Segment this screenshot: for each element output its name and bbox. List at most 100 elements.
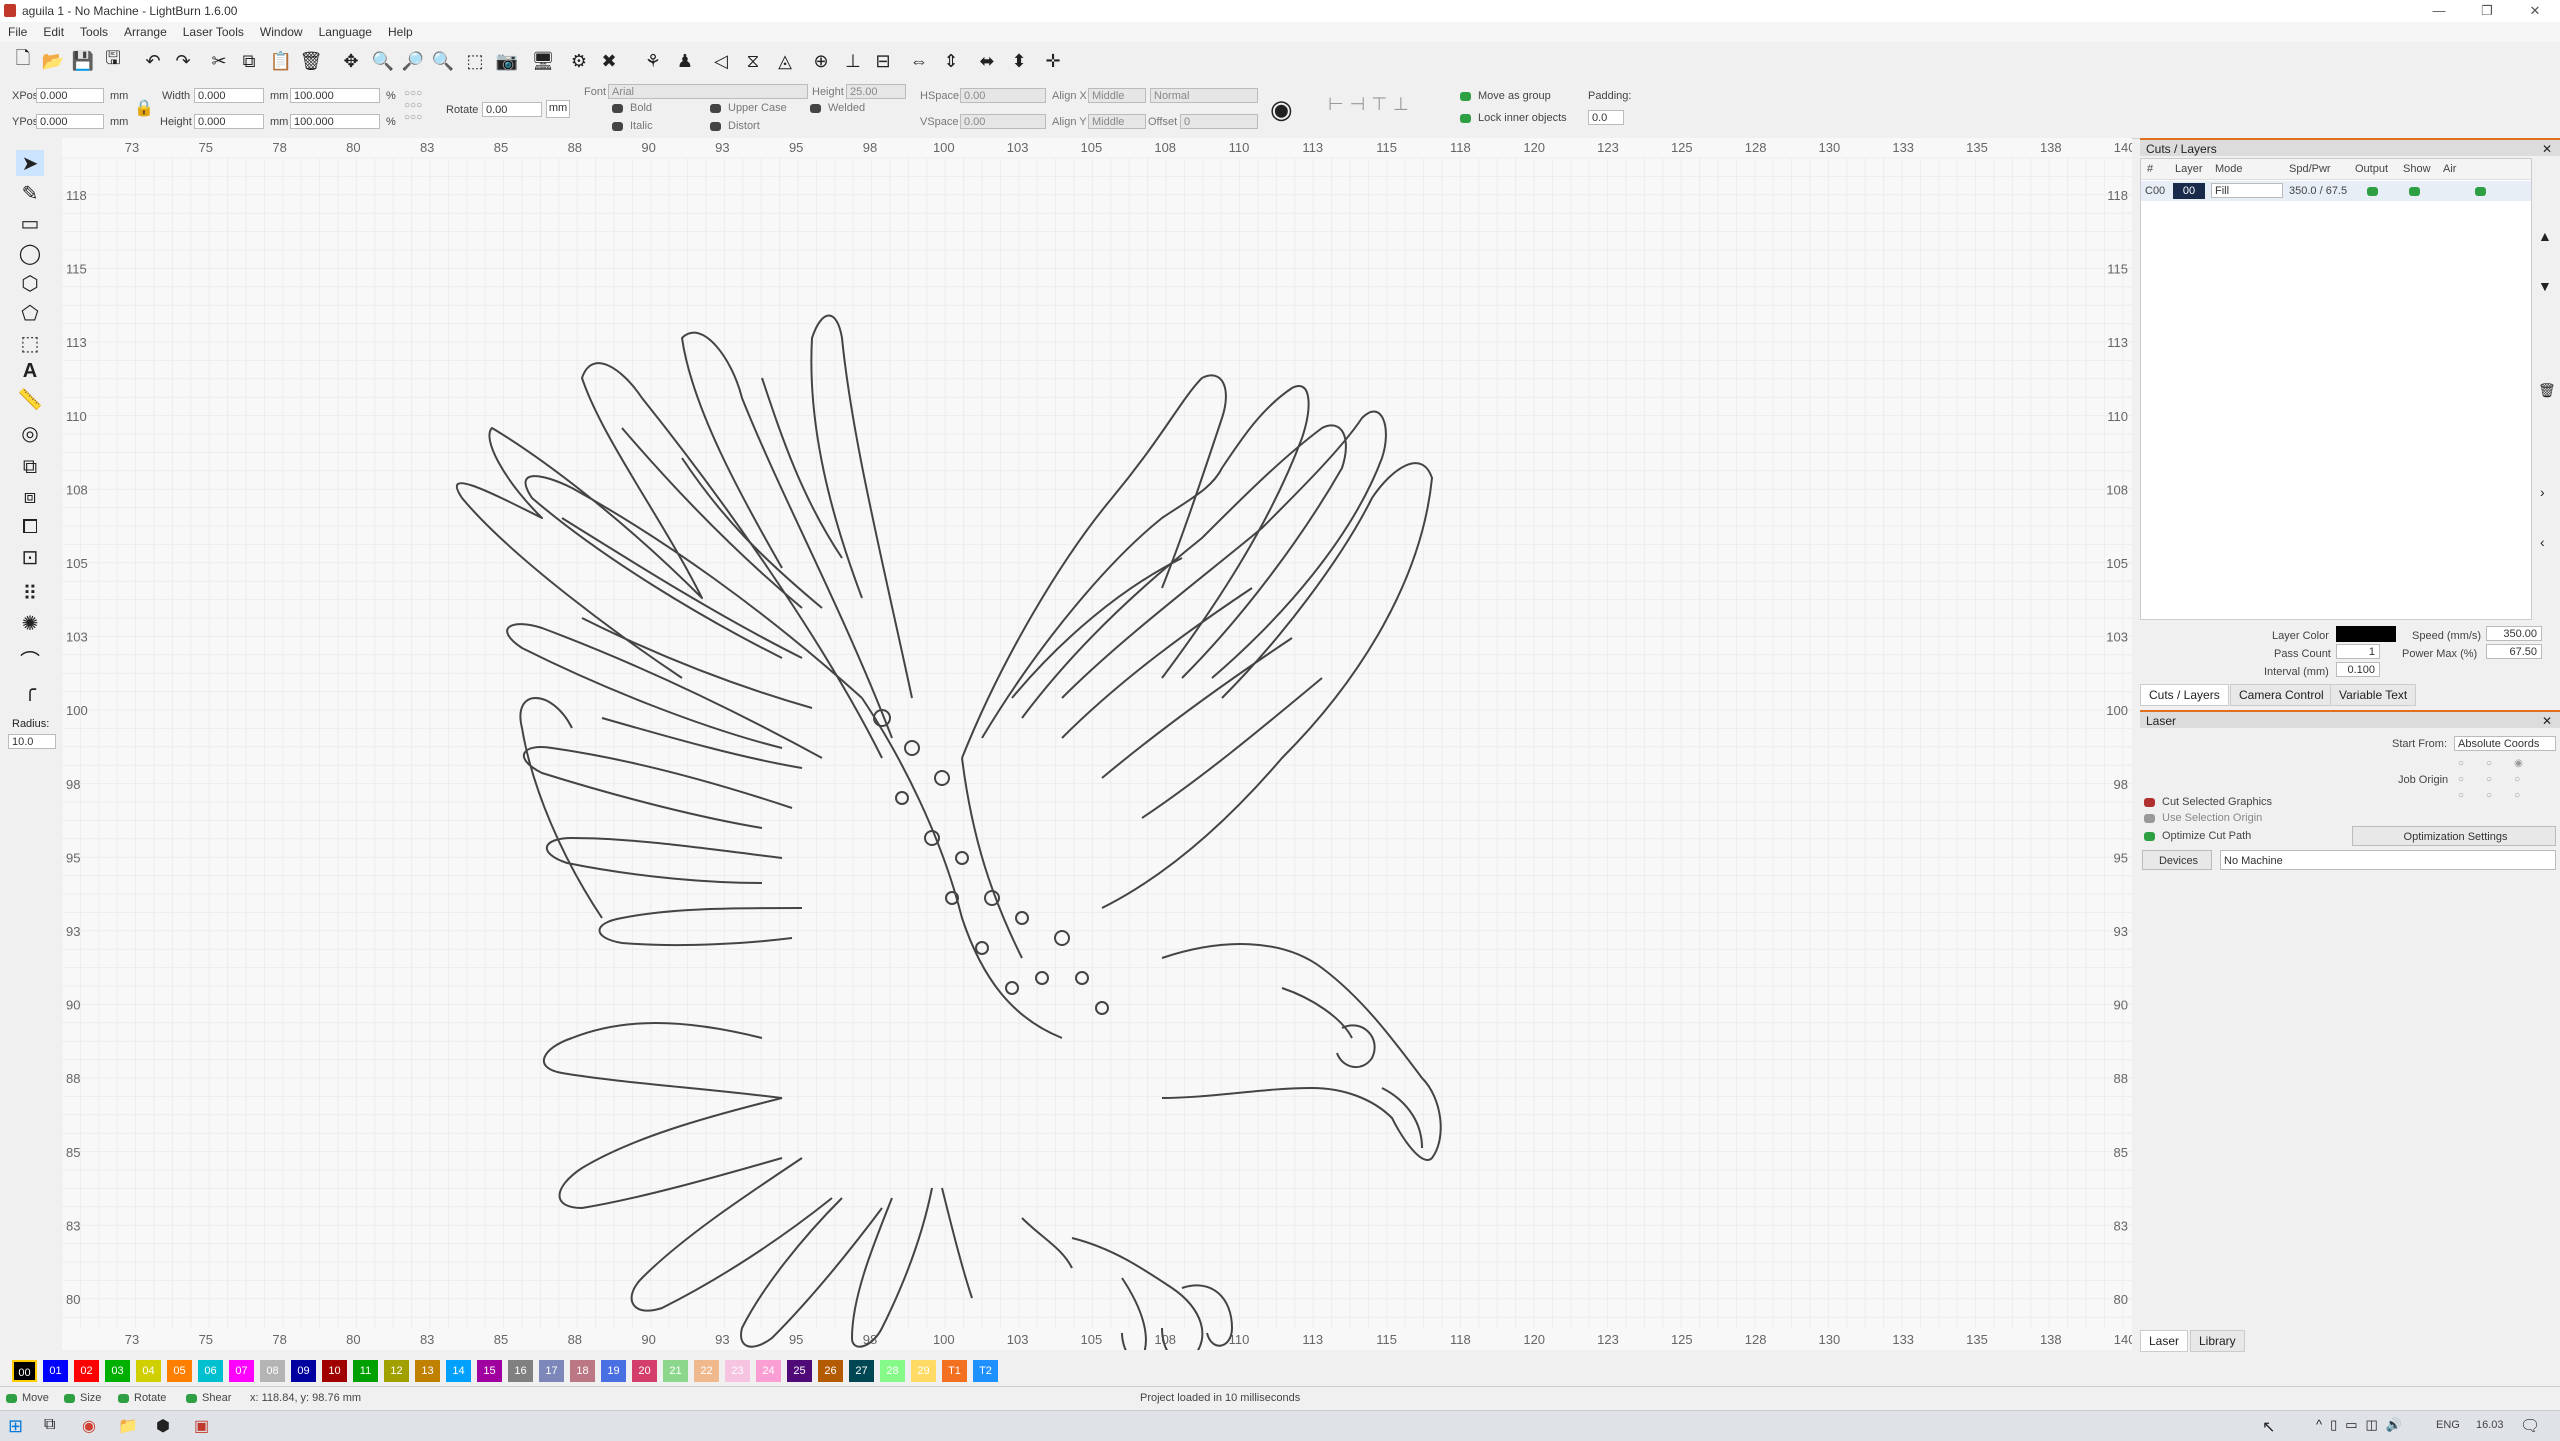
palette-swatch-10[interactable]: 10 xyxy=(322,1360,347,1382)
task-view-icon[interactable]: ⧉ xyxy=(44,1416,55,1434)
pen-tool-icon[interactable]: ✎ xyxy=(16,180,44,206)
lock-icon[interactable]: 🔒 xyxy=(134,98,154,118)
job-origin-grid[interactable]: ○○◉ ○○○ ○○○ xyxy=(2458,756,2554,806)
palette-swatch-07[interactable]: 07 xyxy=(229,1360,254,1382)
palette-swatch-02[interactable]: 02 xyxy=(74,1360,99,1382)
flip-horizontal-icon[interactable]: ◁ xyxy=(708,48,734,74)
close-button[interactable]: ✕ xyxy=(2512,0,2558,22)
trash-icon[interactable]: 🗑 xyxy=(2538,382,2556,399)
chrome-icon[interactable]: ◉ xyxy=(82,1416,96,1436)
palette-swatch-03[interactable]: 03 xyxy=(105,1360,130,1382)
array-tool-icon[interactable]: ⠿ xyxy=(16,580,44,606)
cut-selected-checkbox[interactable] xyxy=(2144,798,2155,807)
optimize-cut-path-checkbox[interactable] xyxy=(2144,832,2155,841)
use-selection-origin-checkbox[interactable] xyxy=(2144,814,2155,823)
menu-tools[interactable]: Tools xyxy=(72,22,116,39)
boolean-intersect-icon[interactable]: ⧠ xyxy=(16,514,44,540)
minimize-button[interactable]: — xyxy=(2416,0,2462,22)
clock[interactable]: 16.03 xyxy=(2476,1419,2504,1431)
machine-select[interactable]: No Machine xyxy=(2220,850,2556,870)
panel-close-icon[interactable]: ✕ xyxy=(2542,140,2552,158)
align-y-select[interactable]: Middle xyxy=(1088,114,1146,129)
pan-icon[interactable]: ✥ xyxy=(338,48,364,74)
hspace-field[interactable]: 0.00 xyxy=(960,88,1046,103)
zoom-fit-icon[interactable]: 🔍 xyxy=(430,48,456,74)
speed-field[interactable]: 350.00 xyxy=(2486,626,2542,641)
paste-icon[interactable]: 📋 xyxy=(268,48,294,74)
palette-swatch-26[interactable]: 26 xyxy=(818,1360,843,1382)
move-checkbox[interactable] xyxy=(6,1394,17,1403)
radius-field[interactable]: 10.0 xyxy=(8,734,56,749)
tray-icons[interactable]: ^▯▭◫🔊 xyxy=(2316,1417,2410,1433)
palette-swatch-27[interactable]: 27 xyxy=(849,1360,874,1382)
make-same-height-icon[interactable]: ⬍ xyxy=(1006,48,1032,74)
settings-icon[interactable]: ⚙ xyxy=(566,48,592,74)
palette-swatch-22[interactable]: 22 xyxy=(694,1360,719,1382)
layer-color-swatch[interactable] xyxy=(2336,626,2396,642)
palette-swatch-23[interactable]: 23 xyxy=(725,1360,750,1382)
width-field[interactable]: 0.000 xyxy=(194,88,264,103)
ungroup-icon[interactable]: ♟ xyxy=(672,48,698,74)
align-bottom-icon[interactable]: ⊥ xyxy=(840,48,866,74)
design-canvas[interactable]: 73 73 75 75 78 78 80 80 83 83 85 85 88 88 90 90 93 93 95 95… xyxy=(61,138,2135,1350)
palette-swatch-04[interactable]: 04 xyxy=(136,1360,161,1382)
align-center-icon[interactable]: ⊕ xyxy=(808,48,834,74)
tab-library[interactable]: Library xyxy=(2190,1330,2245,1352)
menu-arrange[interactable]: Arrange xyxy=(116,22,175,39)
measure-tool-icon[interactable]: 📏 xyxy=(16,386,44,412)
palette-swatch-14[interactable]: 14 xyxy=(446,1360,471,1382)
boolean-diff-icon[interactable]: ⧈ xyxy=(16,484,44,510)
palette-swatch-t2[interactable]: T2 xyxy=(973,1360,998,1382)
make-same-width-icon[interactable]: ⬌ xyxy=(974,48,1000,74)
distribute-h-icon[interactable]: ⇔ xyxy=(906,48,932,74)
palette-swatch-08[interactable]: 08 xyxy=(260,1360,285,1382)
open-file-icon[interactable]: 📂 xyxy=(40,48,66,74)
tab-cuts-layers[interactable]: Cuts / Layers xyxy=(2140,684,2229,706)
lock-inner-checkbox[interactable] xyxy=(1460,114,1471,123)
ellipse-tool-icon[interactable]: ◯ xyxy=(16,240,44,266)
palette-swatch-11[interactable]: 11 xyxy=(353,1360,378,1382)
tab-variable-text[interactable]: Variable Text xyxy=(2330,684,2417,706)
move-down-icon[interactable]: ▼ xyxy=(2538,278,2552,294)
save-as-icon[interactable]: 🖫 xyxy=(100,48,126,74)
zoom-in-icon[interactable]: 🔍 xyxy=(370,48,396,74)
tab-camera-control[interactable]: Camera Control xyxy=(2230,684,2333,706)
table-row[interactable]: C00 00 Fill 350.0 / 67.5 xyxy=(2141,181,2531,201)
boolean-union-icon[interactable]: ⧉ xyxy=(16,454,44,480)
align-tools-icon[interactable]: ⊢⊣⊤⊥ xyxy=(1328,94,1415,115)
delete-icon[interactable]: 🗑 xyxy=(298,48,324,74)
menu-file[interactable]: File xyxy=(0,22,35,39)
palette-swatch-19[interactable]: 19 xyxy=(601,1360,626,1382)
mm-toggle-button[interactable]: mm xyxy=(546,100,570,118)
text-height-field[interactable]: 25.00 xyxy=(846,84,906,99)
interval-field[interactable]: 0.100 xyxy=(2336,662,2380,677)
bold-checkbox[interactable] xyxy=(612,104,623,113)
offset-field[interactable]: 0 xyxy=(1180,114,1258,129)
notification-icon[interactable]: 🗨 xyxy=(2520,1416,2540,1436)
scale-height-field[interactable]: 100.000 xyxy=(290,114,380,129)
height-field[interactable]: 0.000 xyxy=(194,114,264,129)
palette-swatch-17[interactable]: 17 xyxy=(539,1360,564,1382)
rotate-checkbox[interactable] xyxy=(118,1394,129,1403)
palette-swatch-06[interactable]: 06 xyxy=(198,1360,223,1382)
italic-checkbox[interactable] xyxy=(612,122,623,131)
welded-checkbox[interactable] xyxy=(810,104,821,113)
anchor-grid[interactable]: ○○○ ○○○ ○○○ xyxy=(404,88,444,128)
palette-swatch-20[interactable]: 20 xyxy=(632,1360,657,1382)
cut-icon[interactable]: ✂ xyxy=(206,48,232,74)
row-output-toggle[interactable] xyxy=(2367,187,2378,196)
font-select[interactable]: Arial xyxy=(608,84,808,99)
optimization-settings-button[interactable]: Optimization Settings xyxy=(2352,826,2556,846)
palette-swatch-13[interactable]: 13 xyxy=(415,1360,440,1382)
align-middle-icon[interactable]: ⊟ xyxy=(870,48,896,74)
new-file-icon[interactable]: 🗋 xyxy=(10,48,36,74)
palette-swatch-24[interactable]: 24 xyxy=(756,1360,781,1382)
palette-swatch-15[interactable]: 15 xyxy=(477,1360,502,1382)
palette-swatch-29[interactable]: 29 xyxy=(911,1360,936,1382)
copy-icon[interactable]: ⧉ xyxy=(236,48,262,74)
fillet-tool-icon[interactable]: ╭ xyxy=(16,676,44,702)
tab-laser[interactable]: Laser xyxy=(2140,1330,2189,1352)
menu-help[interactable]: Help xyxy=(380,22,421,39)
edit-nodes-icon[interactable]: ⬚ xyxy=(16,330,44,356)
palette-swatch-05[interactable]: 05 xyxy=(167,1360,192,1382)
